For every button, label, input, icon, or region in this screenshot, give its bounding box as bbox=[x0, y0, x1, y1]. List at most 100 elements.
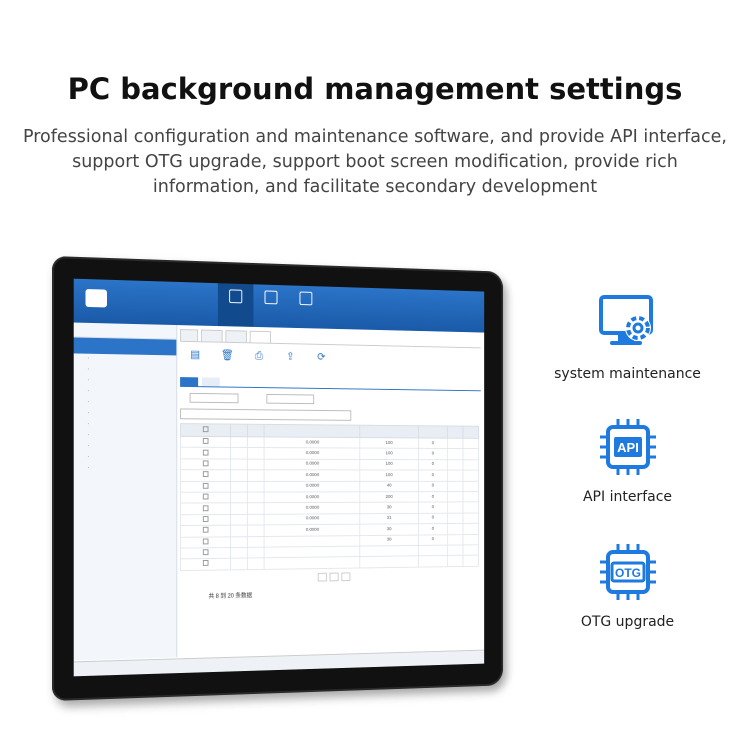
table-cell: 100 bbox=[359, 470, 419, 481]
monitor: ▤ 🗑 ⎙ ⇪ ⟳ bbox=[52, 256, 504, 701]
page-title: PC background management settings bbox=[67, 72, 683, 106]
table-cell: 30 bbox=[359, 534, 419, 546]
sidebar-item[interactable] bbox=[74, 441, 177, 452]
upload-icon: ⇪ bbox=[286, 350, 295, 363]
toolbar-button[interactable]: ⟳ bbox=[310, 350, 332, 373]
search-input[interactable] bbox=[180, 408, 352, 421]
table-cell bbox=[447, 448, 464, 460]
table-cell: 0 bbox=[418, 480, 448, 492]
table-cell: 100 bbox=[359, 448, 419, 460]
checkbox[interactable] bbox=[203, 527, 209, 533]
delete-icon: 🗑 bbox=[220, 349, 234, 362]
table-cell: 0.0000 bbox=[264, 502, 360, 515]
table-cell bbox=[180, 558, 232, 571]
checkbox[interactable] bbox=[203, 560, 209, 567]
table-cell bbox=[247, 536, 265, 548]
toolbar-button[interactable]: ⇪ bbox=[279, 350, 301, 374]
table-row[interactable] bbox=[180, 555, 479, 571]
tab[interactable] bbox=[180, 329, 198, 342]
checkbox[interactable] bbox=[203, 493, 209, 500]
toolbar: ▤ 🗑 ⎙ ⇪ ⟳ bbox=[180, 348, 481, 377]
table-cell bbox=[463, 459, 479, 471]
checkbox[interactable] bbox=[203, 504, 209, 511]
tab-bar bbox=[180, 329, 481, 349]
pager-button[interactable] bbox=[341, 572, 351, 581]
table-cell bbox=[247, 469, 265, 481]
toolbar-button[interactable]: ▤ bbox=[184, 348, 207, 372]
column-header bbox=[418, 425, 448, 439]
table-row[interactable]: 0.0000 100 0 bbox=[180, 469, 479, 482]
table-cell bbox=[231, 458, 248, 470]
table-row[interactable]: 0.0000 100 0 bbox=[180, 458, 479, 471]
checkbox[interactable] bbox=[203, 426, 209, 433]
table-cell bbox=[359, 556, 419, 568]
table-cell bbox=[463, 480, 479, 492]
table-cell bbox=[463, 523, 479, 535]
sidebar-item[interactable] bbox=[74, 463, 177, 474]
table-cell bbox=[231, 447, 248, 459]
table-cell bbox=[180, 436, 232, 448]
table-cell: 0 bbox=[418, 437, 448, 449]
table-cell bbox=[447, 512, 464, 524]
table-cell bbox=[247, 436, 265, 448]
checkbox[interactable] bbox=[203, 460, 209, 467]
filter-input[interactable] bbox=[266, 393, 315, 405]
table-cell: 0.0000 bbox=[264, 458, 360, 471]
top-nav-item[interactable] bbox=[253, 284, 288, 327]
feature-otg-upgrade: OTG OTG upgrade bbox=[545, 540, 710, 630]
feature-system-maintenance: system maintenance bbox=[545, 292, 710, 382]
tab[interactable] bbox=[225, 330, 247, 343]
checkbox[interactable] bbox=[203, 538, 209, 545]
table-cell bbox=[231, 492, 248, 504]
checkbox[interactable] bbox=[203, 449, 209, 456]
table-cell: 0 bbox=[418, 534, 448, 546]
table-cell: 0.0000 bbox=[264, 480, 360, 492]
checkbox[interactable] bbox=[203, 515, 209, 522]
table-cell bbox=[447, 470, 464, 481]
table-cell: 0.0000 bbox=[264, 436, 360, 449]
table-cell bbox=[231, 514, 248, 526]
table-row[interactable]: 0.0000 100 0 bbox=[180, 447, 479, 460]
table-cell bbox=[247, 447, 265, 459]
checkbox[interactable] bbox=[203, 438, 209, 445]
sidebar-group[interactable] bbox=[73, 337, 177, 356]
search-row bbox=[180, 408, 481, 422]
nav-icon bbox=[229, 289, 243, 304]
table-cell bbox=[247, 547, 265, 559]
top-nav bbox=[217, 283, 324, 328]
table-cell bbox=[447, 523, 464, 535]
filter-input[interactable] bbox=[189, 392, 239, 404]
pager-button[interactable] bbox=[317, 572, 327, 582]
table-cell: 100 bbox=[359, 437, 419, 449]
table-cell bbox=[247, 491, 265, 504]
pager-button[interactable] bbox=[329, 572, 339, 582]
table-cell bbox=[463, 534, 479, 545]
table-cell bbox=[463, 448, 479, 460]
table-cell: 0 bbox=[418, 512, 448, 524]
column-header bbox=[231, 424, 248, 437]
tab[interactable] bbox=[200, 329, 223, 342]
page-info: 共 8 到 20 条数据 bbox=[208, 592, 253, 600]
sidebar-item[interactable] bbox=[74, 452, 177, 463]
table-cell bbox=[247, 525, 265, 537]
column-header bbox=[447, 425, 464, 439]
toolbar-button[interactable]: 🗑 bbox=[216, 348, 238, 372]
sidebar-item[interactable] bbox=[74, 419, 177, 431]
table-cell: 0 bbox=[418, 459, 448, 471]
toolbar-button[interactable]: ⎙ bbox=[248, 349, 270, 373]
checkbox[interactable] bbox=[203, 471, 209, 478]
table-cell bbox=[463, 512, 479, 524]
table-row[interactable]: 0.0000 40 0 bbox=[180, 480, 479, 493]
checkbox[interactable] bbox=[203, 482, 209, 489]
svg-text:OTG: OTG bbox=[615, 566, 641, 580]
sub-tab[interactable] bbox=[180, 377, 199, 387]
table-cell bbox=[247, 503, 265, 515]
table-cell: 0.0000 bbox=[264, 469, 360, 481]
sub-tab[interactable] bbox=[201, 377, 220, 387]
top-nav-item[interactable] bbox=[289, 285, 324, 328]
table-cell bbox=[180, 447, 232, 459]
sidebar-item[interactable] bbox=[74, 430, 177, 442]
checkbox[interactable] bbox=[203, 549, 209, 556]
top-nav-item[interactable] bbox=[217, 283, 254, 327]
tab[interactable] bbox=[249, 330, 272, 343]
